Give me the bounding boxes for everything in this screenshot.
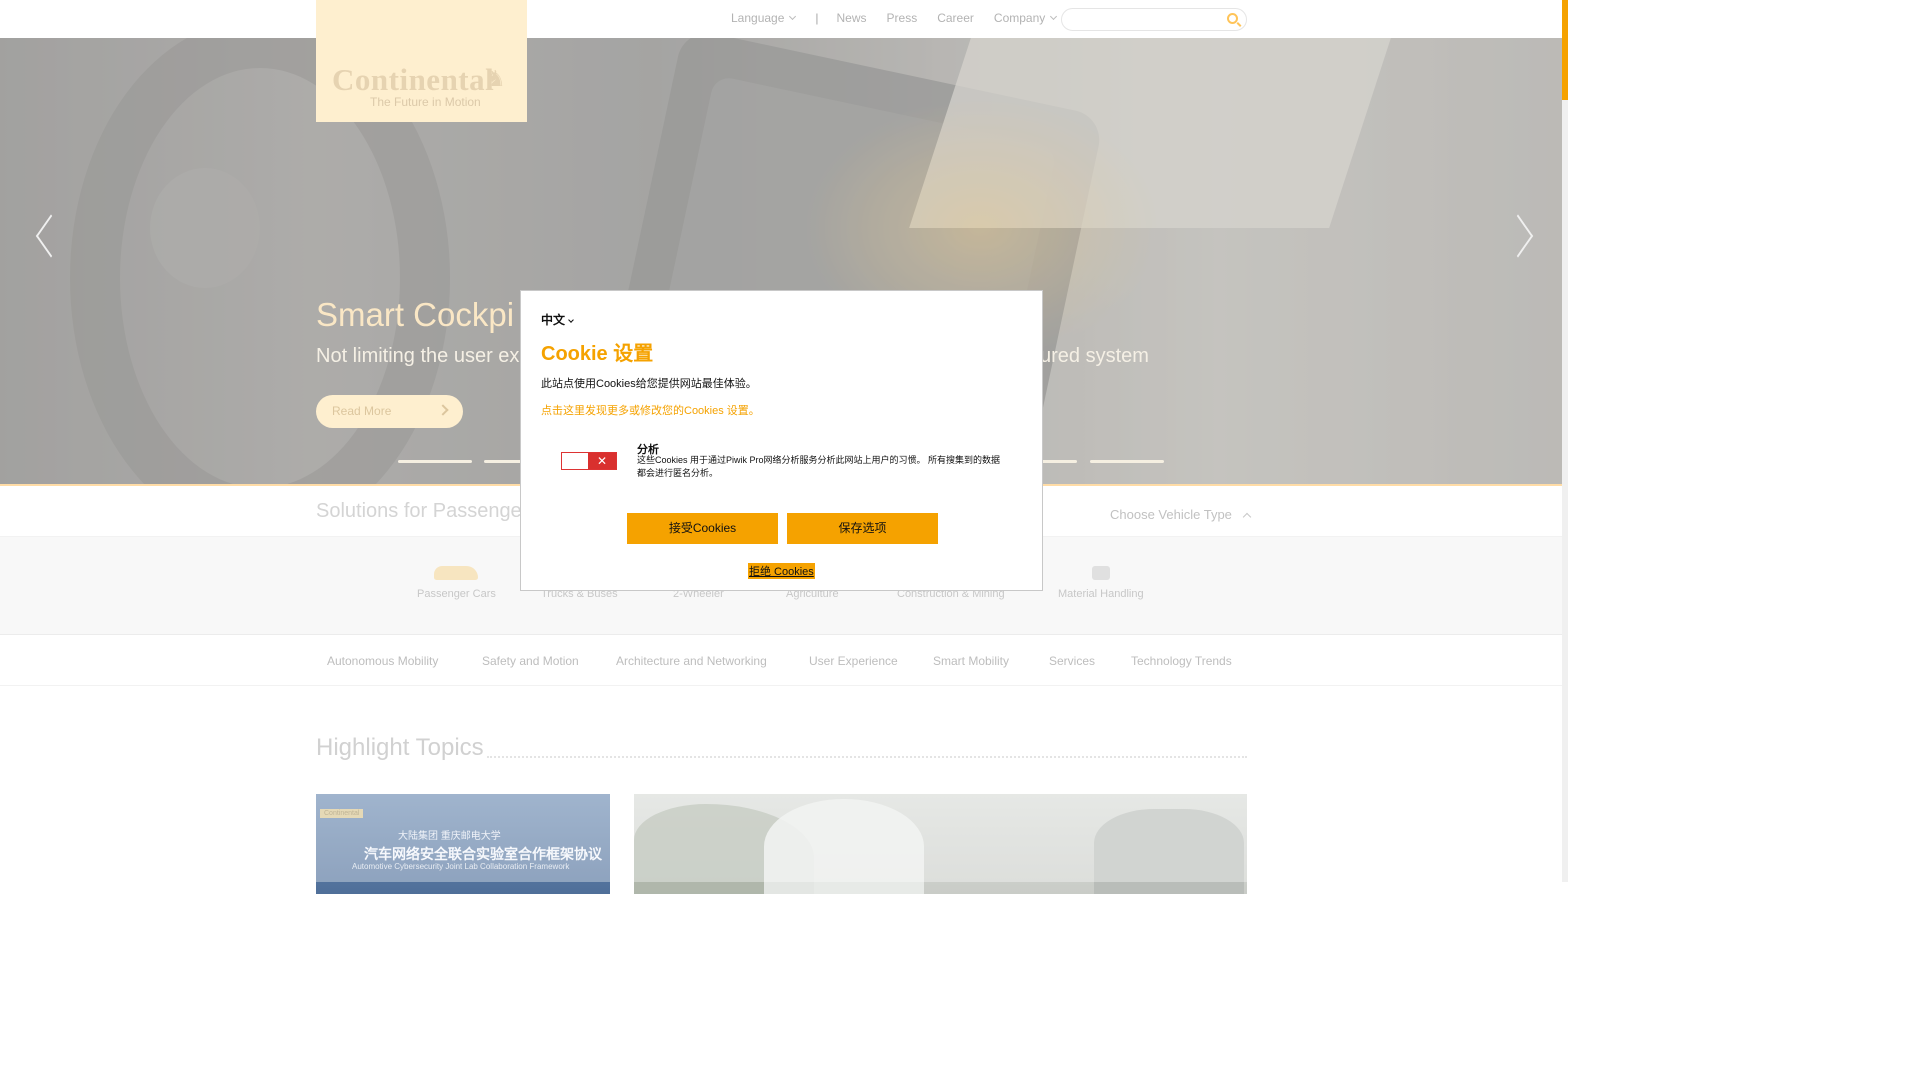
analytics-toggle[interactable]: ✕ bbox=[561, 452, 617, 470]
cookie-settings-link[interactable]: 点击这里发现更多或修改您的Cookies 设置。 bbox=[541, 402, 760, 418]
scrollbar-thumb[interactable] bbox=[1562, 0, 1568, 100]
cookie-settings-dialog: 中文 Cookie 设置 此站点使用Cookies给您提供网站最佳体验。 点击这… bbox=[520, 290, 1043, 591]
close-icon: ✕ bbox=[588, 453, 616, 469]
accept-cookies-button[interactable]: 接受Cookies bbox=[627, 513, 778, 544]
analytics-category-description: 这些Cookies 用于通过Piwik Pro网络分析服务分析此网站上用户的习惯… bbox=[637, 455, 1001, 478]
chevron-down-icon bbox=[568, 317, 574, 323]
cookie-dialog-title: Cookie 设置 bbox=[541, 343, 654, 365]
language-label: 中文 bbox=[541, 313, 566, 327]
cookie-intro-text: 此站点使用Cookies给您提供网站最佳体验。 bbox=[541, 378, 757, 390]
page-scrollbar[interactable] bbox=[1562, 0, 1568, 882]
language-selector[interactable]: 中文 bbox=[541, 311, 574, 328]
reject-cookies-link[interactable]: 拒绝 Cookies bbox=[748, 563, 815, 579]
save-options-button[interactable]: 保存选项 bbox=[787, 513, 938, 544]
